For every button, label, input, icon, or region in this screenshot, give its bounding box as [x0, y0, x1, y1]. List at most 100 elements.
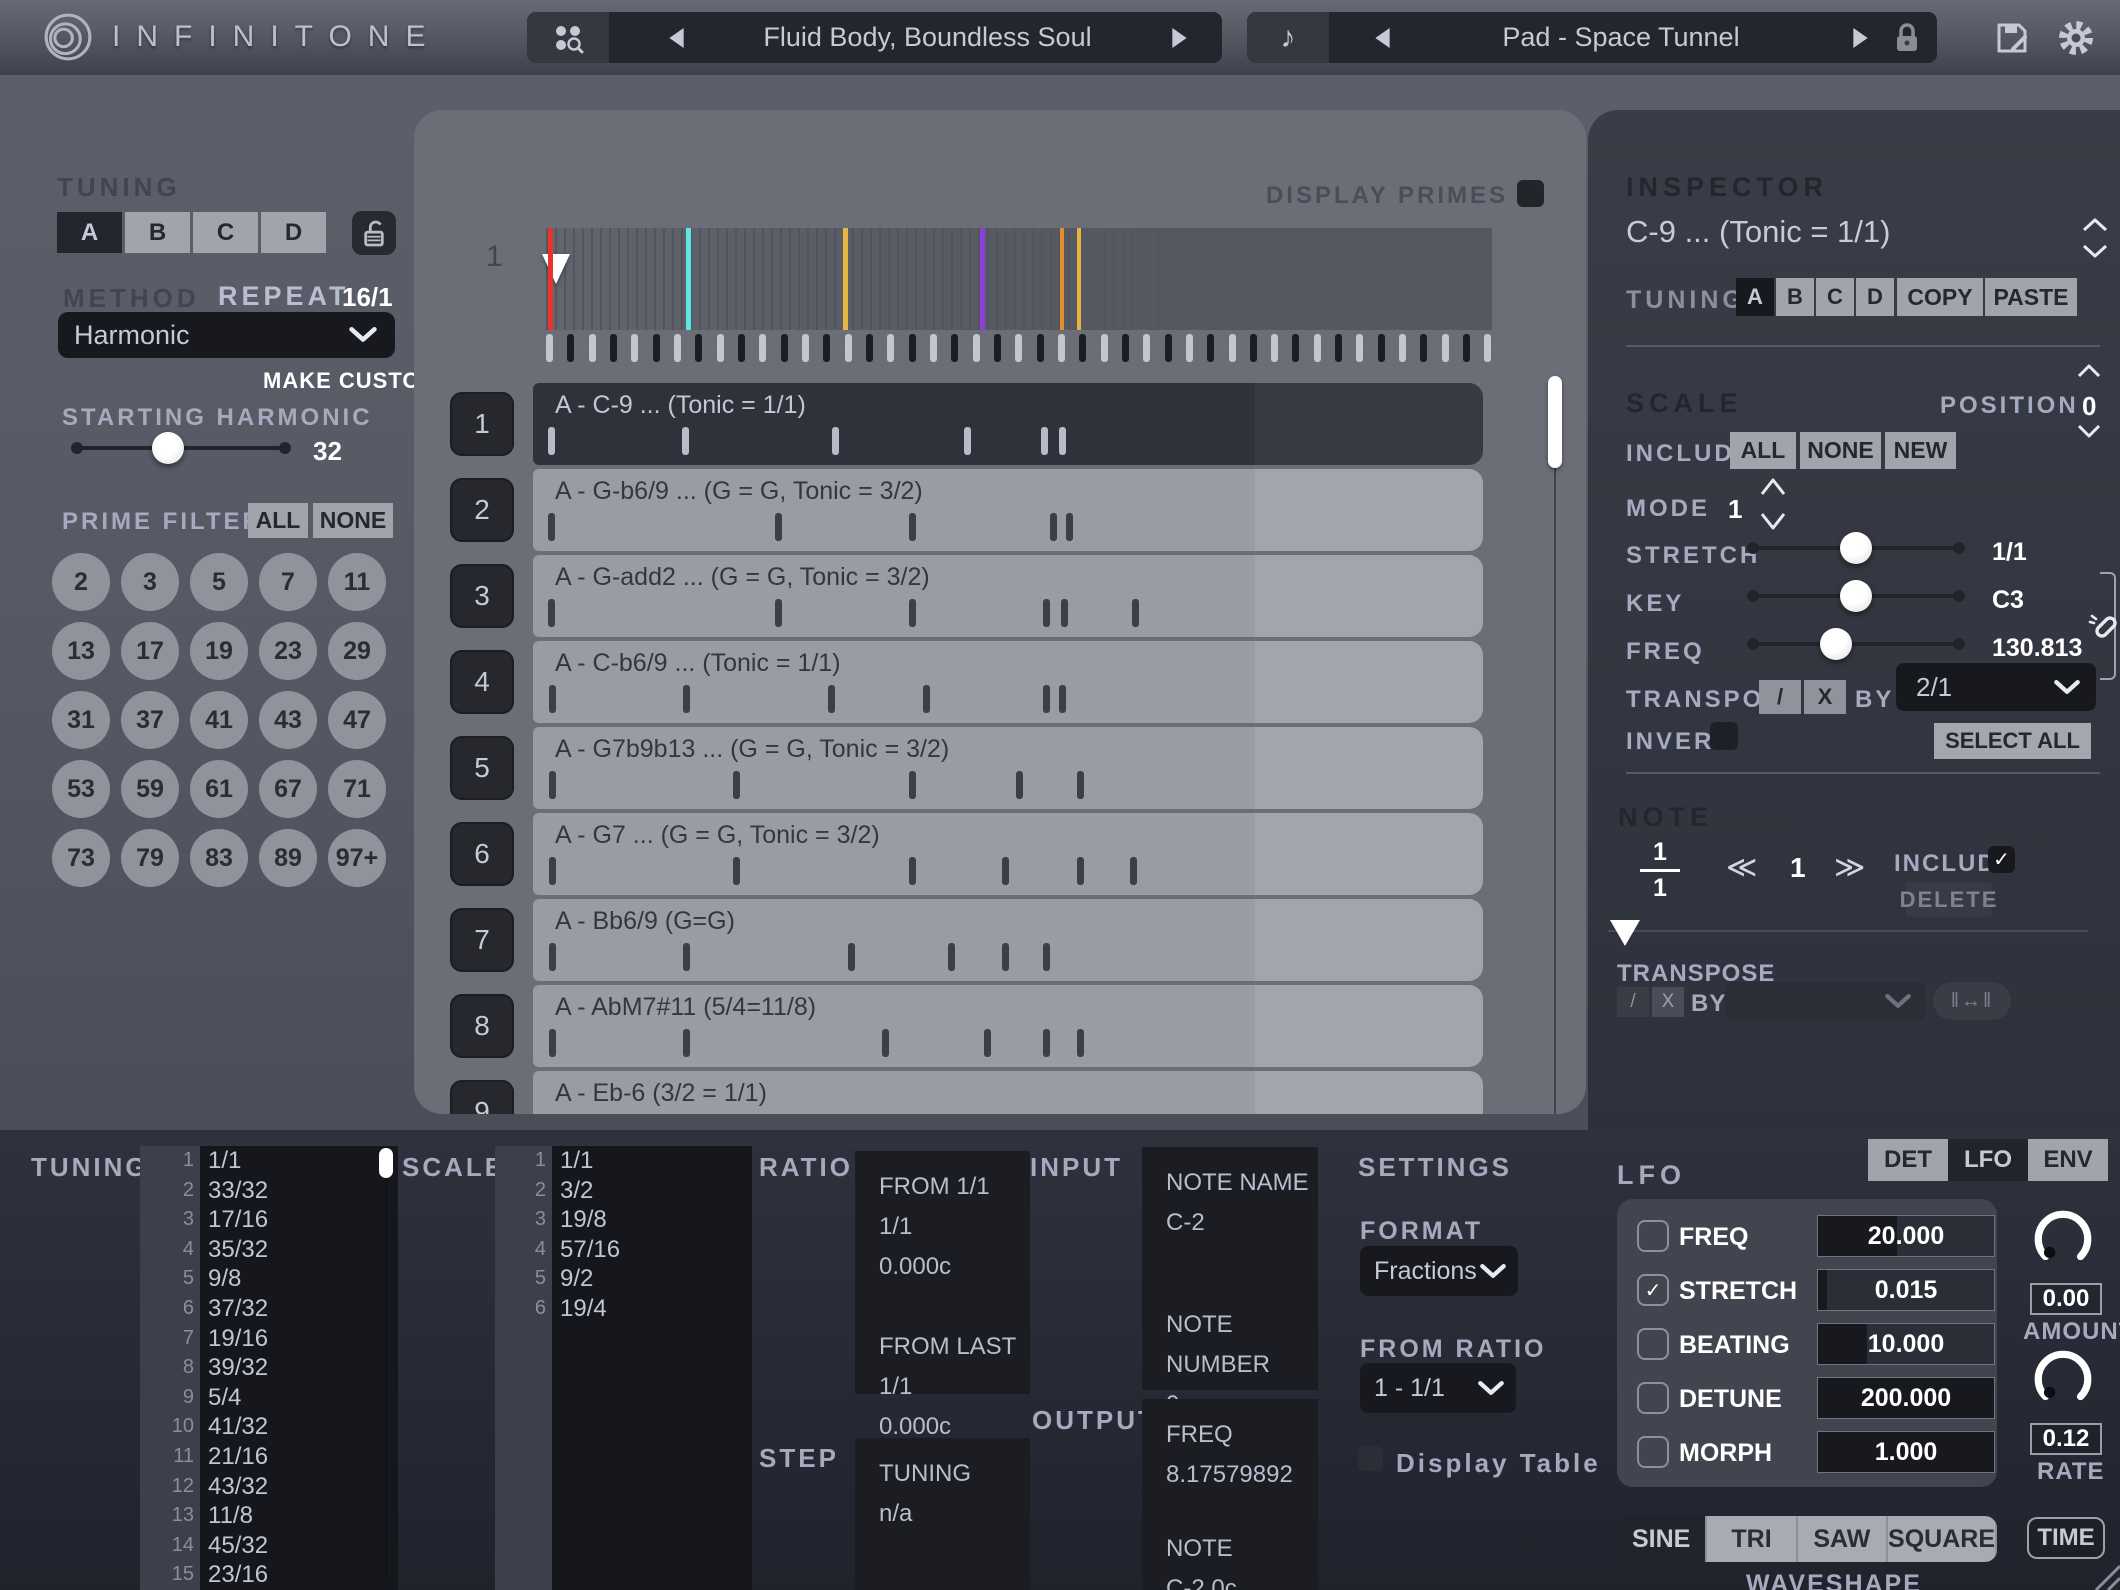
prime-filter-59[interactable]: 59: [121, 760, 179, 818]
note-delete-button[interactable]: DELETE: [1900, 882, 1996, 917]
preset-b-name[interactable]: Pad - Space Tunnel: [1399, 22, 1843, 53]
prime-filter-53[interactable]: 53: [52, 760, 110, 818]
prime-filter-47[interactable]: 47: [328, 691, 386, 749]
stretch-slider[interactable]: [1747, 532, 1965, 564]
inspector-tuning-tab-c[interactable]: C: [1816, 278, 1854, 316]
lfo-morph-field[interactable]: 1.000: [1817, 1431, 1995, 1473]
tuning-table-row[interactable]: 11 21/16: [140, 1441, 398, 1472]
sound-preset-button[interactable]: ♪: [1247, 12, 1329, 63]
prime-filter-29[interactable]: 29: [328, 622, 386, 680]
transpose-by-dropdown[interactable]: 2/1: [1896, 663, 2096, 711]
include-new-button[interactable]: NEW: [1885, 432, 1956, 469]
tuning-table-row[interactable]: 6 37/32: [140, 1293, 398, 1324]
repeat-value[interactable]: 16/1: [342, 282, 393, 313]
tuning-table-row[interactable]: 13 11/8: [140, 1501, 398, 1531]
prime-filter-23[interactable]: 23: [259, 622, 317, 680]
prime-filter-7[interactable]: 7: [259, 553, 317, 611]
scale-row-number[interactable]: 9: [450, 1080, 514, 1114]
prime-filter-11[interactable]: 11: [328, 553, 386, 611]
tuning-table-row[interactable]: 2 33/32: [140, 1175, 398, 1206]
lfo-morph-checkbox[interactable]: [1637, 1436, 1669, 1468]
tuning-table-row[interactable]: 4 35/32: [140, 1234, 398, 1265]
paste-button[interactable]: PASTE: [1985, 278, 2077, 316]
waveshape-square-button[interactable]: SQUARE: [1888, 1516, 1997, 1562]
preset-b-prev-button[interactable]: [1365, 21, 1399, 55]
scale-row-number[interactable]: 4: [450, 650, 514, 714]
scale-row-number[interactable]: 5: [450, 736, 514, 800]
tuning-table[interactable]: 1 1/1 2 33/32 3 17/16 4 35/32 5 9/8 6 37…: [140, 1146, 398, 1590]
scale-row[interactable]: A - Bb6/9 (G=G): [533, 899, 1483, 981]
scale-row[interactable]: A - C-9 ... (Tonic = 1/1): [533, 383, 1483, 465]
tuning-table-row[interactable]: 10 41/32: [140, 1412, 398, 1442]
tuning-table-row[interactable]: 1 1/1: [140, 1146, 398, 1176]
scale-row[interactable]: A - G7 ... (G = G, Tonic = 3/2): [533, 813, 1483, 895]
lfo-time-button[interactable]: TIME: [2027, 1517, 2105, 1559]
method-dropdown[interactable]: Harmonic: [58, 312, 395, 358]
prime-filter-67[interactable]: 67: [259, 760, 317, 818]
note-include-checkbox[interactable]: ✓: [1988, 846, 2015, 873]
slider-knob[interactable]: [152, 432, 184, 464]
prime-filter-61[interactable]: 61: [190, 760, 248, 818]
strip-cursor-triangle[interactable]: [542, 254, 570, 284]
prime-filter-89[interactable]: 89: [259, 829, 317, 887]
scale-row-number[interactable]: 3: [450, 564, 514, 628]
from-ratio-dropdown[interactable]: 1 - 1/1: [1360, 1363, 1516, 1413]
preset-a-name[interactable]: Fluid Body, Boundless Soul: [693, 22, 1162, 53]
scale-row[interactable]: A - G-b6/9 ... (G = G, Tonic = 3/2): [533, 469, 1483, 551]
lfo-rate-knob[interactable]: [2030, 1346, 2096, 1417]
prime-filter-71[interactable]: 71: [328, 760, 386, 818]
prime-filter-17[interactable]: 17: [121, 622, 179, 680]
tuning-table-row[interactable]: 14 45/32: [140, 1530, 398, 1561]
lfo-detune-field[interactable]: 200.000: [1817, 1377, 1995, 1419]
primes-all-button[interactable]: ALL: [248, 503, 308, 538]
slider-knob[interactable]: [1840, 532, 1872, 564]
invert-checkbox[interactable]: [1710, 722, 1738, 750]
lfo-stretch-field[interactable]: 0.015: [1817, 1269, 1995, 1311]
preset-a-prev-button[interactable]: [659, 21, 693, 55]
primes-none-button[interactable]: NONE: [313, 503, 393, 538]
position-down-button[interactable]: [2075, 422, 2103, 445]
prime-filter-41[interactable]: 41: [190, 691, 248, 749]
note-fraction[interactable]: 1 1: [1640, 838, 1680, 903]
scale-table-row[interactable]: 3 19/8: [495, 1205, 752, 1235]
preset-browse-button[interactable]: [527, 12, 609, 63]
lfo-beating-checkbox[interactable]: [1637, 1328, 1669, 1360]
lfo-stretch-checkbox[interactable]: ✓: [1637, 1274, 1669, 1306]
preset-lock-button[interactable]: [1877, 22, 1937, 54]
scale-row-number[interactable]: 7: [450, 908, 514, 972]
scale-row[interactable]: A - G-add2 ... (G = G, Tonic = 3/2): [533, 555, 1483, 637]
scale-table-row[interactable]: 2 3/2: [495, 1175, 752, 1206]
lfo-tab-lfo[interactable]: LFO: [1948, 1139, 2028, 1181]
settings-button[interactable]: [2052, 14, 2100, 62]
note-next-button[interactable]: ≫: [1834, 850, 1865, 885]
inspector-tuning-tab-d[interactable]: D: [1856, 278, 1894, 316]
tuning-table-row[interactable]: 8 39/32: [140, 1353, 398, 1383]
note-reset-width-button[interactable]: ‖↔‖: [1933, 982, 2011, 1020]
prime-filter-19[interactable]: 19: [190, 622, 248, 680]
scale-row[interactable]: A - Eb-6 (3/2 = 1/1): [533, 1071, 1483, 1114]
lfo-freq-field[interactable]: 20.000: [1817, 1215, 1995, 1257]
prime-filter-2[interactable]: 2: [52, 553, 110, 611]
position-value[interactable]: 0: [2082, 391, 2096, 422]
slider-knob[interactable]: [1840, 580, 1872, 612]
note-prev-button[interactable]: ≪: [1726, 850, 1757, 885]
note-transpose-multiply-button[interactable]: X: [1652, 987, 1684, 1017]
waveshape-sine-button[interactable]: SINE: [1617, 1516, 1708, 1562]
save-preset-button[interactable]: [1990, 16, 2034, 60]
inspector-title-stepper[interactable]: [2080, 216, 2110, 265]
prime-filter-3[interactable]: 3: [121, 553, 179, 611]
preset-a-next-button[interactable]: [1162, 21, 1196, 55]
tuning-table-row[interactable]: 12 43/32: [140, 1471, 398, 1502]
lfo-amount-value[interactable]: 0.00: [2030, 1283, 2102, 1315]
preset-b-next-button[interactable]: [1843, 21, 1877, 55]
prime-filter-31[interactable]: 31: [52, 691, 110, 749]
include-none-button[interactable]: NONE: [1800, 432, 1881, 469]
inspector-tuning-tab-b[interactable]: B: [1776, 278, 1814, 316]
scale-scrollbar-track[interactable]: [1554, 376, 1556, 1114]
lfo-tab-det[interactable]: DET: [1868, 1139, 1948, 1181]
tuning-tab-b[interactable]: B: [125, 212, 190, 253]
lfo-freq-checkbox[interactable]: [1637, 1220, 1669, 1252]
mode-stepper[interactable]: [1756, 472, 1790, 541]
prime-filter-97plus[interactable]: 97+: [328, 829, 386, 887]
scale-table[interactable]: 1 1/1 2 3/2 3 19/8 4 57/16 5 9/2 6 19/4: [495, 1146, 752, 1590]
